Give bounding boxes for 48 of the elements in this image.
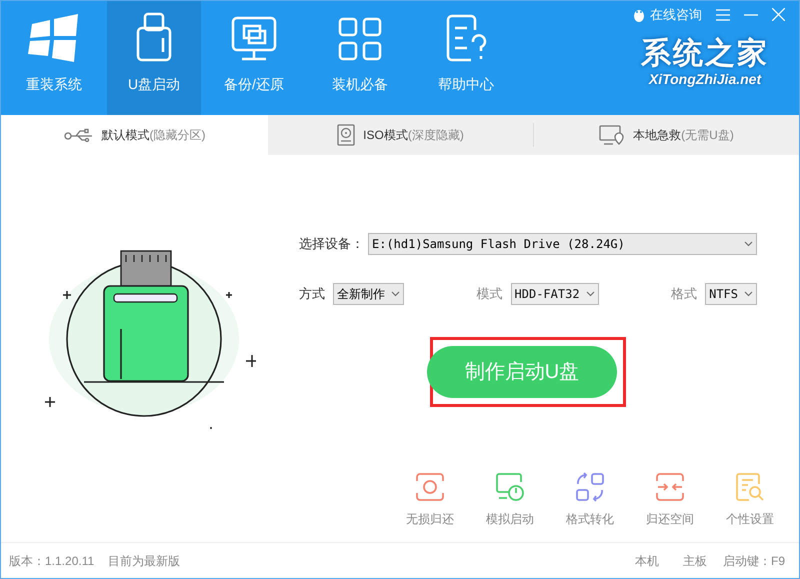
chevron-down-icon	[744, 291, 753, 297]
tool-label[interactable]: 格式转化	[566, 510, 614, 528]
convert-arrows-icon[interactable]	[575, 472, 605, 502]
tool-label[interactable]: 无损归还	[406, 510, 454, 528]
windows-logo-icon	[28, 14, 80, 62]
update-status-text: 目前为最新版	[108, 552, 180, 570]
minimize-icon[interactable]	[744, 14, 758, 16]
arrows-inward-icon[interactable]	[655, 472, 685, 502]
chevron-down-icon	[744, 241, 753, 247]
option-label: 方式	[299, 285, 325, 304]
grid-icon	[337, 16, 383, 62]
option-label: 模式	[476, 285, 503, 304]
boot-key-text: 启动键：F9	[722, 552, 785, 570]
nav-tab[interactable]: 重装系统	[1, 1, 107, 115]
device-dropdown[interactable]: E:(hd1)Samsung Flash Drive (28.24G)	[368, 233, 757, 255]
brand-logo-text: 系统之家	[641, 38, 769, 68]
nav-tab[interactable]: 装机必备	[307, 1, 413, 115]
close-icon[interactable]	[772, 8, 785, 22]
menu-icon[interactable]	[716, 8, 730, 21]
option-label: 格式	[671, 285, 698, 304]
monitor-power-icon[interactable]	[495, 472, 525, 502]
monitor-pin-icon	[599, 125, 626, 145]
make-usb-button[interactable]: 制作启动U盘	[427, 346, 617, 398]
version-text: 版本：1.1.20.11	[9, 552, 94, 570]
chevron-down-icon	[391, 291, 400, 297]
chevron-down-icon	[586, 291, 595, 297]
tool-label[interactable]: 个性设置	[726, 510, 774, 528]
board-text: 主板	[682, 552, 707, 570]
nav-tab[interactable]: 帮助中心	[413, 1, 519, 115]
brand-domain-text: XiTongZhiJia.net	[648, 70, 762, 89]
padlock-icon	[135, 12, 173, 62]
disc-file-icon	[337, 124, 356, 146]
option-dropdown[interactable]: HDD-FAT32	[510, 283, 599, 305]
document-search-icon[interactable]	[735, 472, 765, 502]
device-label: 选择设备：	[299, 235, 364, 254]
document-question-icon	[445, 14, 487, 62]
tool-label[interactable]: 归还空间	[646, 510, 694, 528]
option-dropdown[interactable]: 全新制作	[333, 283, 404, 305]
frame-circle-icon[interactable]	[415, 472, 445, 502]
option-dropdown[interactable]: NTFS	[705, 283, 757, 305]
nav-tab[interactable]: U盘启动	[107, 1, 201, 115]
consult-link[interactable]: 在线咨询	[650, 5, 702, 24]
usb-icon	[64, 128, 94, 142]
monitor-icon	[230, 16, 278, 62]
tool-label[interactable]: 模拟启动	[486, 510, 534, 528]
machine-text: 本机	[634, 552, 659, 570]
nav-tab[interactable]: 备份/还原	[201, 1, 307, 115]
mode-tab[interactable]: 默认模式(隐藏分区)	[1, 115, 268, 155]
